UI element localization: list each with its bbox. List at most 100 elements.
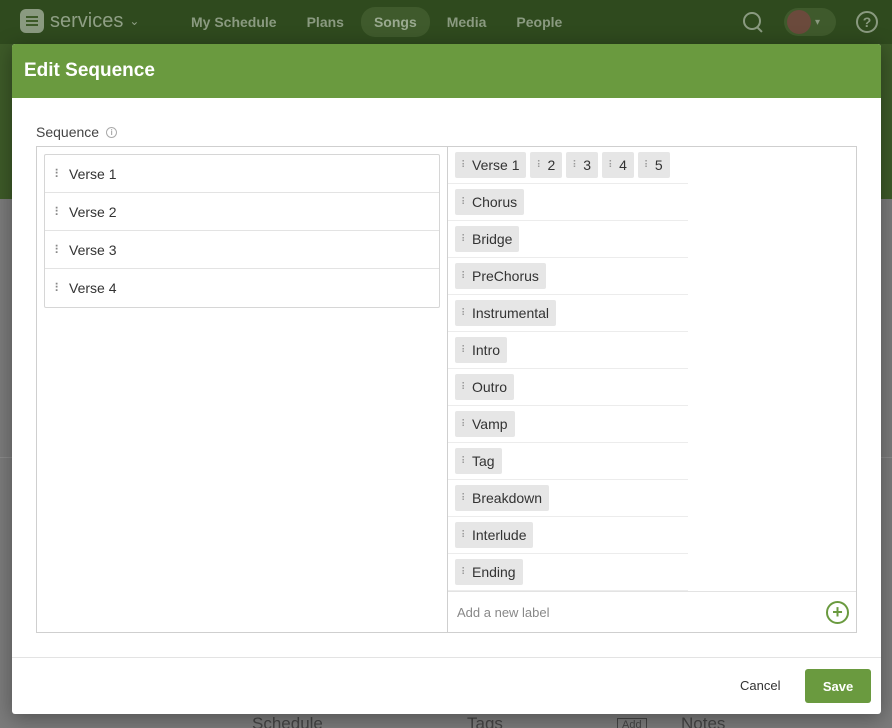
label-row-verse: ⠇ Verse 1 ⠇ 2 ⠇ 3 ⠇ 4 ⠇ 5 [448,147,688,184]
sequence-item[interactable]: ⠇ Verse 1 [45,155,439,193]
drag-handle-icon: ⠇ [461,418,468,430]
sequence-item[interactable]: ⠇ Verse 3 [45,231,439,269]
sequence-item[interactable]: ⠇ Verse 4 [45,269,439,307]
chip-label: Interlude [472,527,527,543]
drag-handle-icon[interactable]: ⠇ [54,281,69,295]
sequence-list: ⠇ Verse 1 ⠇ Verse 2 ⠇ Verse 3 ⠇ Verse 4 [44,154,440,308]
chip-label: PreChorus [472,268,539,284]
drag-handle-icon: ⠇ [461,307,468,319]
label-chip-verse-1[interactable]: ⠇ Verse 1 [455,152,527,178]
label-chip-verse-4[interactable]: ⠇ 4 [602,152,634,178]
drag-handle-icon: ⠇ [461,196,468,208]
label-chip-interlude[interactable]: ⠇ Interlude [455,522,534,548]
main-nav: My Schedule Plans Songs Media People [178,7,575,37]
drag-handle-icon: ⠇ [461,566,468,578]
label-chip-bridge[interactable]: ⠇ Bridge [455,226,520,252]
sequence-item-label: Verse 3 [69,241,117,258]
sequence-drop-area[interactable]: ⠇ Verse 1 ⠇ Verse 2 ⠇ Verse 3 ⠇ Verse 4 [37,147,448,632]
drag-handle-icon: ⠇ [536,159,543,171]
schedule-heading: Schedule [252,714,323,728]
search-icon[interactable] [742,11,764,33]
drag-handle-icon: ⠇ [572,159,579,171]
info-icon[interactable]: i [106,126,118,138]
sequence-editor: ⠇ Verse 1 ⠇ Verse 2 ⠇ Verse 3 ⠇ Verse 4 [36,146,857,633]
modal-header: Edit Sequence [12,44,881,98]
label-chip-instrumental[interactable]: ⠇ Instrumental [455,300,557,326]
account-menu[interactable]: ▾ [784,8,836,36]
save-button[interactable]: Save [805,669,871,703]
label-chip-verse-5[interactable]: ⠇ 5 [637,152,670,178]
chip-label: Chorus [472,194,518,210]
label-chip-verse-3[interactable]: ⠇ 3 [566,152,599,178]
add-label-row: + [448,591,856,632]
label-row: ⠇ Tag [448,443,688,480]
drag-handle-icon: ⠇ [461,455,468,467]
drag-handle-icon: ⠇ [461,381,468,393]
tags-heading: Tags [467,714,503,728]
label-row: ⠇ Instrumental [448,295,688,332]
top-actions: ▾ ? [742,8,878,36]
sequence-item-label: Verse 2 [69,203,117,220]
notes-heading: Notes [681,714,726,728]
drag-handle-icon: ⠇ [643,159,651,171]
label-row: ⠇ PreChorus [448,258,688,295]
top-navigation-bar: services ⌄ My Schedule Plans Songs Media… [0,0,892,44]
chip-label: Outro [472,379,508,395]
drag-handle-icon[interactable]: ⠇ [54,167,69,181]
drag-handle-icon[interactable]: ⠇ [54,243,69,257]
label-row: ⠇ Bridge [448,221,688,258]
label-row: ⠇ Outro [448,369,688,406]
drag-handle-icon: ⠇ [608,159,615,171]
app-name: services [50,9,124,32]
label-row: ⠇ Vamp [448,406,688,443]
add-label-input[interactable] [457,604,817,620]
chip-label: 4 [619,157,627,173]
label-row: ⠇ Breakdown [448,480,688,517]
nav-media[interactable]: Media [434,7,500,37]
chip-label: Vamp [472,416,508,432]
chip-label: Breakdown [472,490,543,506]
chip-label: Bridge [472,231,513,247]
services-logo-icon [20,9,44,33]
available-labels: ⠇ Verse 1 ⠇ 2 ⠇ 3 ⠇ 4 ⠇ 5 ⠇ Chorus ⠇ Bri… [448,147,856,632]
nav-songs[interactable]: Songs [360,7,430,37]
drag-handle-icon: ⠇ [461,233,468,245]
help-icon[interactable]: ? [856,11,878,33]
label-chip-outro[interactable]: ⠇ Outro [455,374,515,400]
nav-people[interactable]: People [503,7,575,37]
chip-label: 3 [583,157,592,173]
drag-handle-icon: ⠇ [461,270,468,282]
nav-my-schedule[interactable]: My Schedule [178,7,290,37]
app-logo[interactable]: services ⌄ [20,9,139,33]
label-chip-vamp[interactable]: ⠇ Vamp [455,411,515,437]
chip-label: Verse 1 [472,157,520,173]
chip-label: 2 [547,157,556,173]
nav-plans[interactable]: Plans [294,7,357,37]
label-chip-breakdown[interactable]: ⠇ Breakdown [455,485,550,511]
label-row: ⠇ Chorus [448,184,688,221]
drag-handle-icon: ⠇ [461,529,468,541]
label-chip-tag[interactable]: ⠇ Tag [455,448,502,474]
chip-label: 5 [654,157,663,173]
modal-title: Edit Sequence [24,60,155,81]
label-row: ⠇ Intro [448,332,688,369]
drag-handle-icon[interactable]: ⠇ [54,205,69,219]
label-row: ⠇ Ending [448,554,688,591]
label-chip-chorus[interactable]: ⠇ Chorus [455,189,525,215]
label-chip-ending[interactable]: ⠇ Ending [455,559,523,585]
drag-handle-icon: ⠇ [461,159,468,171]
label-chip-intro[interactable]: ⠇ Intro [455,337,508,363]
cancel-button[interactable]: Cancel [740,678,780,693]
sequence-item[interactable]: ⠇ Verse 2 [45,193,439,231]
avatar [787,10,811,34]
label-chip-verse-2[interactable]: ⠇ 2 [530,152,563,178]
add-circle-icon[interactable]: + [826,601,849,624]
sequence-item-label: Verse 4 [69,280,117,296]
sequence-label: Sequence [36,124,100,140]
modal-footer: Cancel Save [12,657,881,714]
label-chip-prechorus[interactable]: ⠇ PreChorus [455,263,546,289]
add-tag-button[interactable]: Add [617,718,647,728]
chip-label: Ending [472,564,516,580]
label-row: ⠇ Interlude [448,517,688,554]
drag-handle-icon: ⠇ [461,344,468,356]
